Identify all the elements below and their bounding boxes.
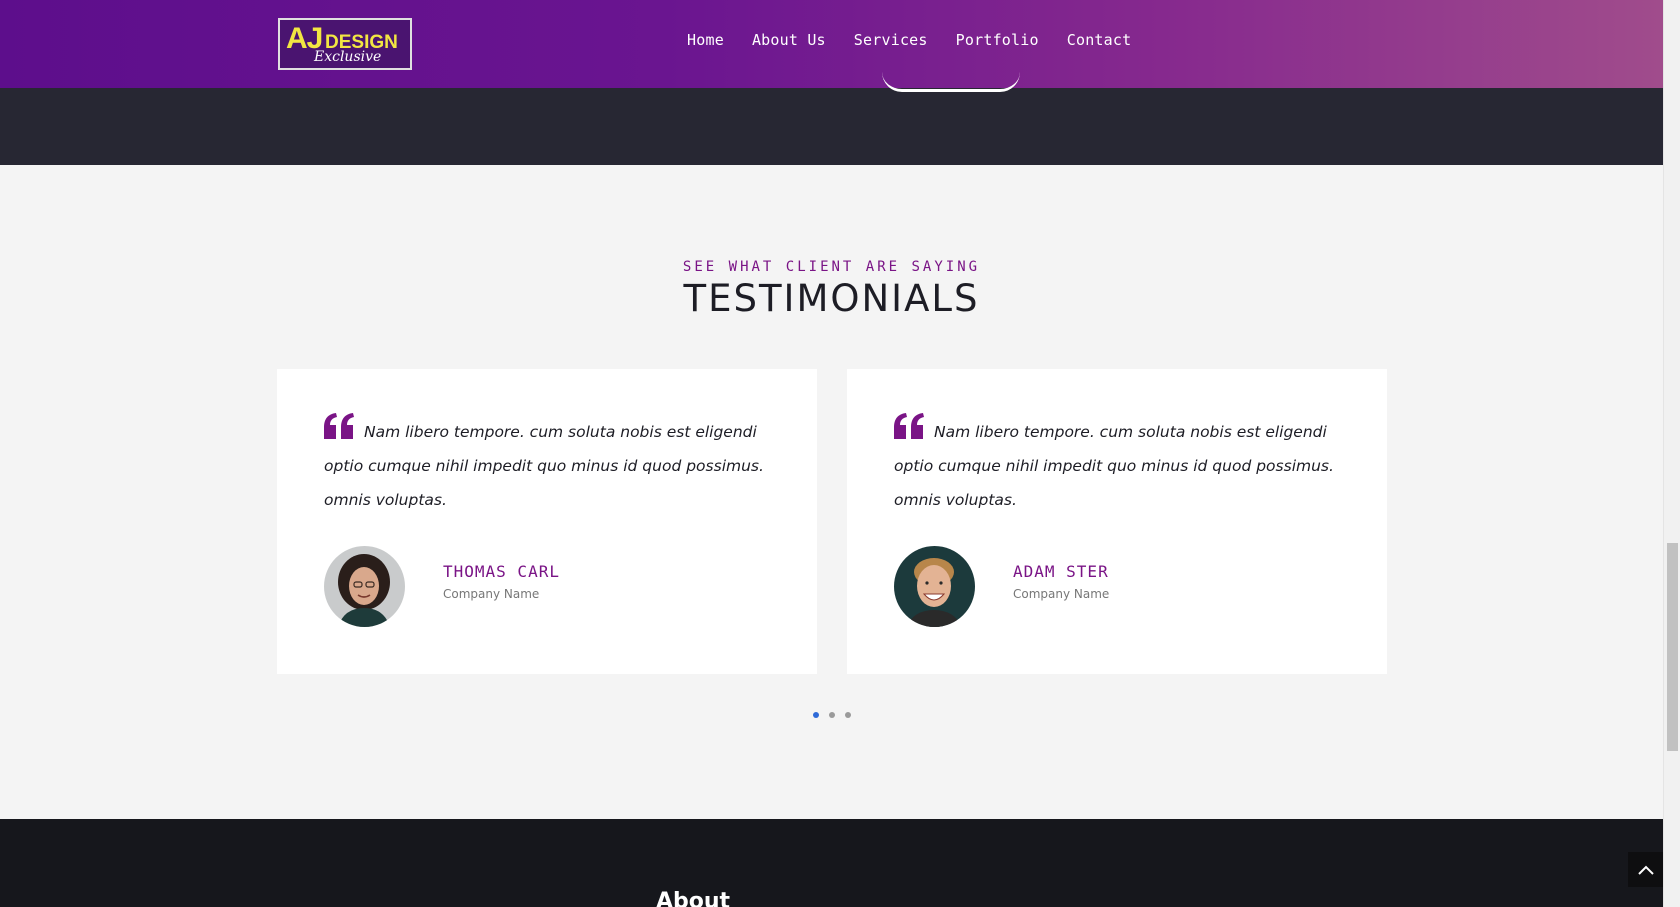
page-scrollbar[interactable] xyxy=(1663,0,1680,907)
carousel-pagination xyxy=(813,712,851,718)
section-kicker: SEE WHAT CLIENT ARE SAYING xyxy=(682,259,981,275)
chevron-up-icon xyxy=(1637,865,1654,875)
testimonial-author: ADAM STER xyxy=(1013,562,1109,581)
testimonial-company: Company Name xyxy=(1013,587,1110,601)
testimonial-quote: Nam libero tempore. cum soluta nobis est… xyxy=(324,423,764,509)
testimonial-author: THOMAS CARL xyxy=(443,562,560,581)
testimonial-card: Nam libero tempore. cum soluta nobis est… xyxy=(277,369,817,674)
nav-services[interactable]: Services xyxy=(854,31,928,49)
nav-home[interactable]: Home xyxy=(687,31,724,49)
testimonial-company: Company Name xyxy=(443,587,540,601)
carousel-dot-2[interactable] xyxy=(829,712,835,718)
carousel-dot-1[interactable] xyxy=(813,712,819,718)
logo-script: Exclusive xyxy=(314,49,382,65)
site-header: AJ DESIGN Exclusive Home About Us Servic… xyxy=(0,0,1663,88)
testimonial-card: Nam libero tempore. cum soluta nobis est… xyxy=(847,369,1387,674)
nav-portfolio[interactable]: Portfolio xyxy=(956,31,1039,49)
footer-about-heading: About xyxy=(656,889,731,907)
site-footer: About xyxy=(0,819,1663,907)
back-to-top-button[interactable] xyxy=(1628,852,1663,887)
nav-about-us[interactable]: About Us xyxy=(752,31,826,49)
main-nav: Home About Us Services Portfolio Contact xyxy=(687,31,1131,49)
hero-section-bottom xyxy=(0,88,1663,165)
hero-button-edge[interactable] xyxy=(882,66,1020,92)
avatar xyxy=(324,546,405,627)
scrollbar-thumb[interactable] xyxy=(1667,543,1678,751)
avatar xyxy=(894,546,975,627)
carousel-dot-3[interactable] xyxy=(845,712,851,718)
nav-contact[interactable]: Contact xyxy=(1067,31,1132,49)
site-logo[interactable]: AJ DESIGN Exclusive xyxy=(278,18,412,70)
testimonial-quote: Nam libero tempore. cum soluta nobis est… xyxy=(894,423,1334,509)
testimonials-section: SEE WHAT CLIENT ARE SAYING TESTIMONIALS … xyxy=(0,165,1663,819)
section-title: TESTIMONIALS xyxy=(683,277,980,320)
